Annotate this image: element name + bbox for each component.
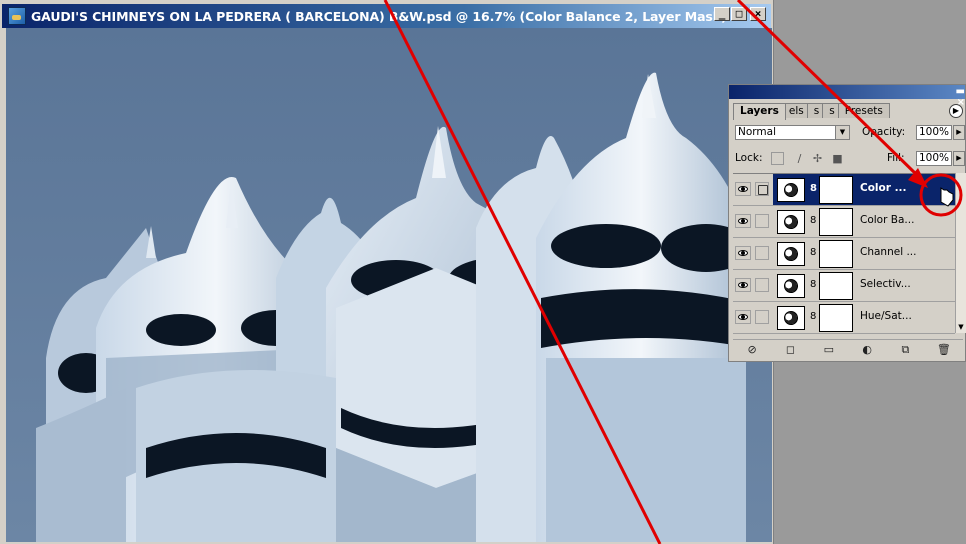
maximize-button[interactable]: □ [731, 7, 747, 21]
layer-mask-thumbnail[interactable] [819, 208, 853, 236]
document-window: GAUDI'S CHIMNEYS ON LA PEDRERA ( BARCELO… [0, 0, 774, 544]
link-column[interactable] [755, 278, 769, 292]
layers-bottom-toolbar: ⊘ ◻ ▭ ◐ ⧉ 🗑 [733, 339, 963, 360]
layer-row[interactable]: 8 Color Ba... [733, 206, 955, 238]
chain-link-icon[interactable]: 8 [810, 183, 817, 195]
link-column[interactable] [755, 310, 769, 324]
fill-label: Fill: [887, 152, 905, 164]
layer-name-area[interactable]: 8 Hue/Sat... [773, 302, 955, 333]
fill-slider-arrow-icon[interactable]: ▶ [953, 151, 965, 166]
link-column[interactable] [755, 246, 769, 260]
layer-mask-thumbnail[interactable] [819, 240, 853, 268]
new-adjustment-icon[interactable]: ◐ [859, 343, 875, 357]
adjustment-thumbnail[interactable] [777, 210, 805, 234]
adjustment-thumbnail[interactable] [777, 274, 805, 298]
close-button[interactable]: × [750, 7, 766, 21]
eye-icon[interactable] [735, 310, 751, 324]
eye-icon[interactable] [735, 246, 751, 260]
eye-icon[interactable] [735, 214, 751, 228]
panel-titlebar[interactable]: ▬ × [729, 85, 965, 108]
fill-input[interactable]: 100% [916, 151, 952, 166]
adjustment-thumbnail[interactable] [777, 242, 805, 266]
minimize-button[interactable]: _ [714, 7, 730, 21]
layer-name-area[interactable]: 8 Color ... [773, 174, 955, 205]
layer-name: Selectiv... [860, 278, 911, 290]
scroll-down-icon[interactable]: ▼ [956, 321, 966, 333]
opacity-input[interactable]: 100% [916, 125, 952, 140]
chain-link-icon[interactable]: 8 [810, 247, 816, 259]
document-title: GAUDI'S CHIMNEYS ON LA PEDRERA ( BARCELO… [31, 8, 727, 24]
add-mask-icon[interactable]: ▭ [821, 343, 837, 357]
layer-list-scrollbar[interactable]: ▼ [955, 173, 966, 333]
layer-name-area[interactable]: 8 Selectiv... [773, 270, 955, 301]
layer-name: Hue/Sat... [860, 310, 912, 322]
lock-all-icon[interactable]: ■ [831, 152, 844, 165]
lock-move-icon[interactable]: ✢ [811, 152, 824, 165]
adjustment-thumbnail[interactable] [777, 178, 805, 202]
opacity-slider-arrow-icon[interactable]: ▶ [953, 125, 965, 140]
tab-presets[interactable]: Presets [837, 103, 890, 118]
photoshop-doc-icon [8, 7, 26, 25]
layer-mask-thumbnail[interactable] [819, 304, 853, 332]
image-canvas[interactable] [6, 28, 772, 542]
link-icon[interactable]: ⊘ [744, 343, 760, 357]
layer-name-area[interactable]: 8 Color Ba... [773, 206, 955, 237]
panel-window-controls[interactable]: ▬ × [945, 86, 965, 108]
layer-name: Color ... [860, 182, 907, 194]
layer-name-area[interactable]: 8 Channel ... [773, 238, 955, 269]
layer-mask-thumbnail[interactable] [819, 272, 853, 300]
opacity-label: Opacity: [862, 126, 906, 138]
chevron-down-icon[interactable]: ▼ [835, 126, 849, 139]
adjustment-thumbnail[interactable] [777, 306, 805, 330]
document-titlebar[interactable]: GAUDI'S CHIMNEYS ON LA PEDRERA ( BARCELO… [2, 4, 771, 28]
trash-icon[interactable]: 🗑 [936, 343, 952, 357]
panel-tabs: Layers els s s Presets [733, 103, 966, 120]
eye-icon[interactable] [735, 278, 751, 292]
lock-label: Lock: [735, 152, 763, 164]
chain-link-icon[interactable]: 8 [810, 311, 816, 323]
eye-icon[interactable] [735, 182, 751, 196]
chain-link-icon[interactable]: 8 [810, 215, 816, 227]
tab-layers[interactable]: Layers [733, 103, 786, 120]
layer-mask-thumbnail[interactable] [819, 176, 853, 204]
link-column[interactable] [755, 214, 769, 228]
blend-mode-select[interactable]: Normal ▼ [735, 125, 850, 140]
layer-name: Channel ... [860, 246, 917, 258]
chimneys-photo [6, 28, 772, 542]
add-style-icon[interactable]: ◻ [782, 343, 798, 357]
layer-name: Color Ba... [860, 214, 915, 226]
layer-row[interactable]: 8 Selectiv... [733, 270, 955, 302]
chain-link-icon[interactable]: 8 [810, 279, 816, 291]
panel-menu-arrow-icon[interactable]: ▶ [949, 104, 963, 118]
layer-row[interactable]: 8 Channel ... [733, 238, 955, 270]
blend-mode-value: Normal [738, 126, 776, 138]
lock-transparency-icon[interactable] [771, 152, 784, 165]
layer-list: 8 Color ... 8 Color Ba... 8 Channel ... [733, 173, 955, 334]
layer-row[interactable]: 8 Hue/Sat... [733, 302, 955, 334]
lock-brush-icon[interactable]: ∕ [793, 152, 806, 165]
mask-edit-icon[interactable] [755, 182, 769, 196]
layers-panel: ▬ × Layers els s s Presets ▶ Normal ▼ Op… [728, 84, 966, 362]
layer-row[interactable]: 8 Color ... [733, 174, 955, 206]
new-layer-icon[interactable]: ⧉ [897, 343, 913, 357]
